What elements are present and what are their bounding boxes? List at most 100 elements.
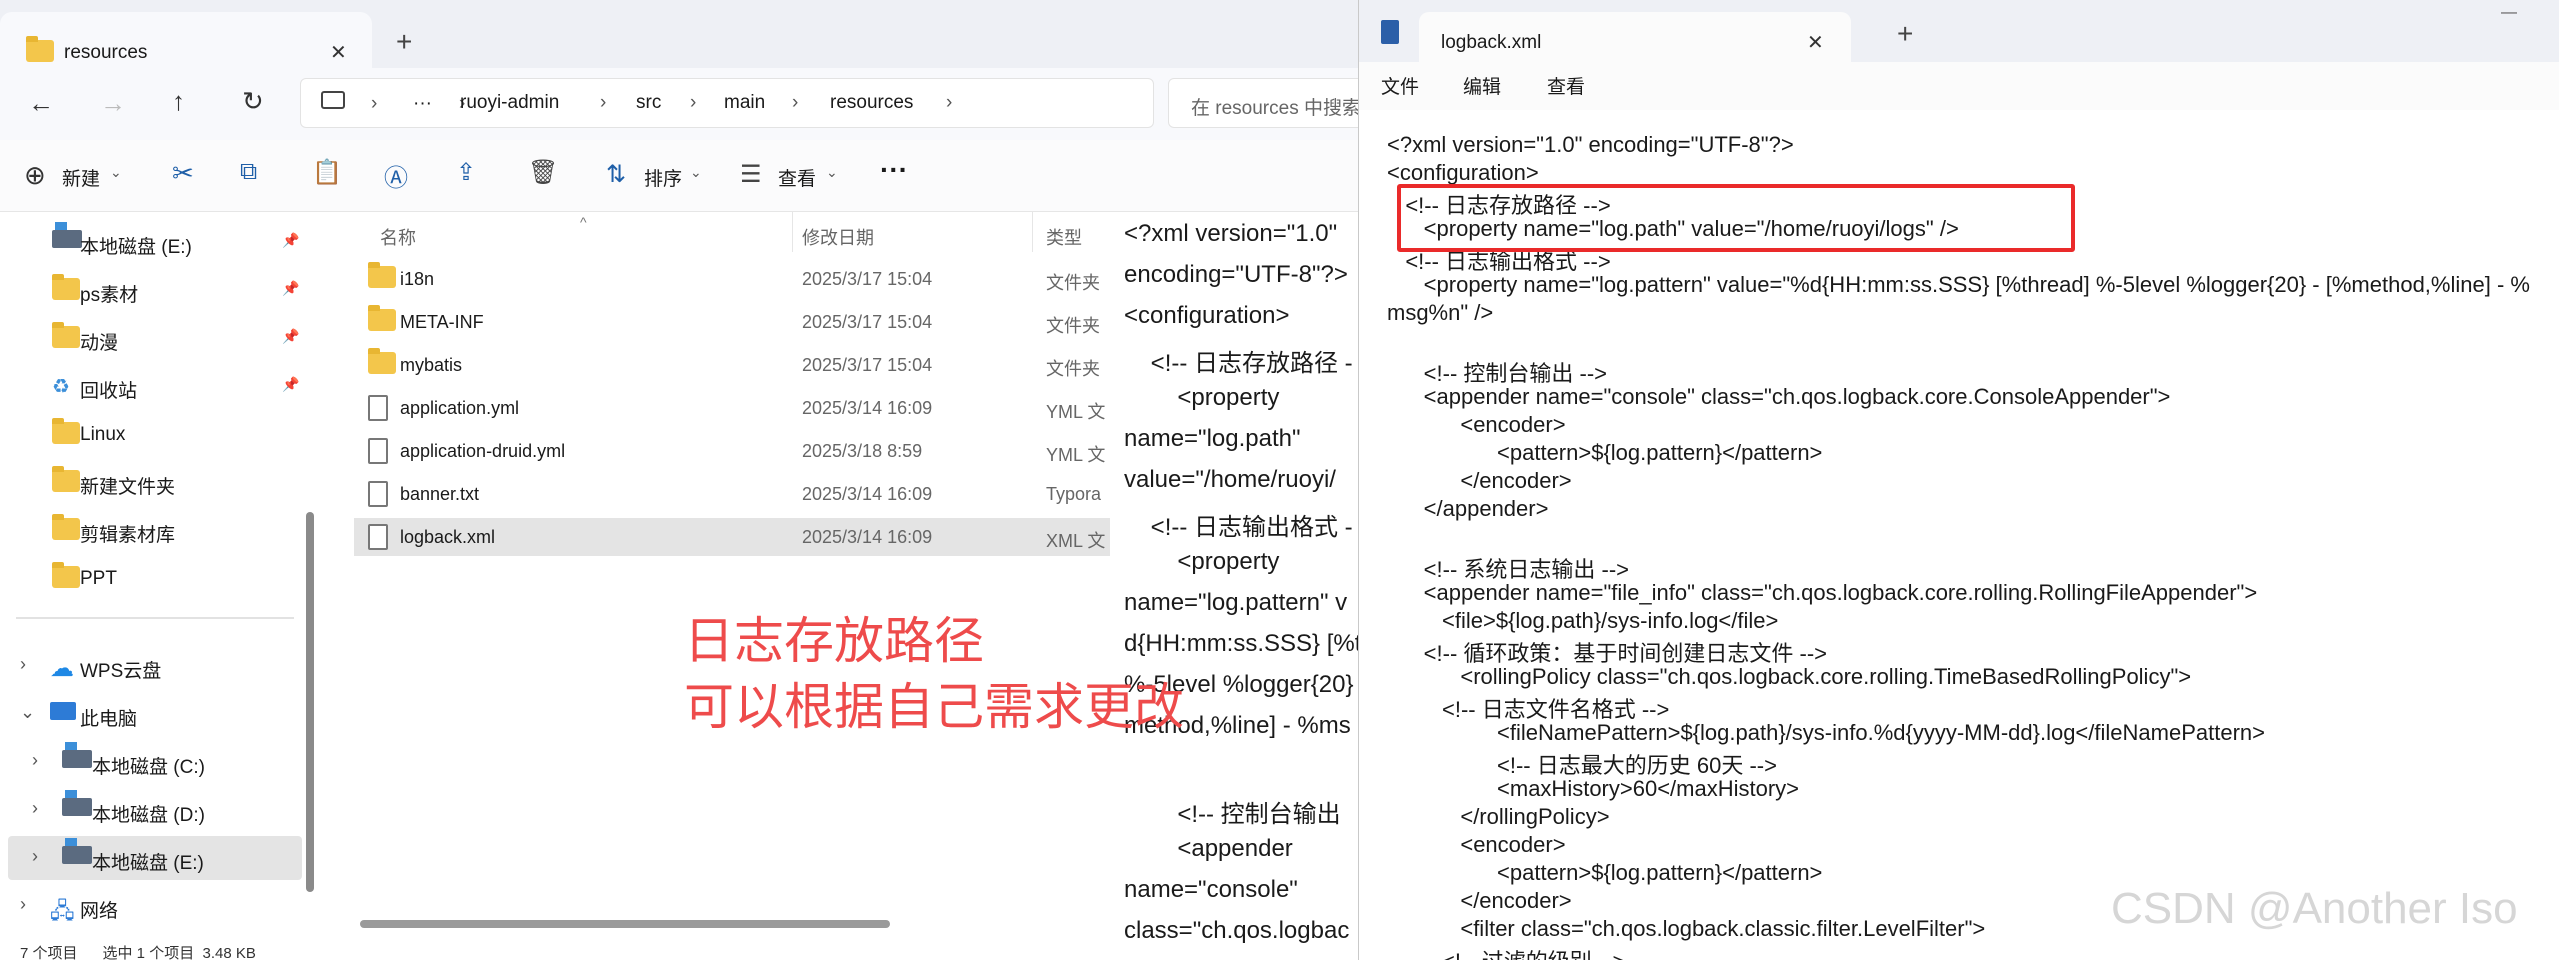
- notepad-tab-title: logback.xml: [1441, 32, 1542, 53]
- file-explorer-window: resources ✕ + ← → ↑ ↻ › ··· › ruoyi-admi…: [0, 0, 1362, 960]
- sidebar-item[interactable]: ps素材 📌: [0, 268, 300, 312]
- pin-icon[interactable]: 📌: [282, 376, 299, 393]
- new-button[interactable]: 新建: [62, 164, 100, 191]
- file-row[interactable]: application.yml 2025/3/14 16:09 YML 文: [354, 389, 1110, 427]
- column-header-name[interactable]: 名称: [380, 224, 416, 250]
- breadcrumb-ruoyi-admin[interactable]: ruoyi-admin: [460, 92, 559, 114]
- file-row[interactable]: banner.txt 2025/3/14 16:09 Typora: [354, 475, 1110, 513]
- file-type: 文件夹: [1046, 359, 1100, 379]
- close-tab-icon[interactable]: ✕: [330, 40, 347, 65]
- tree-item[interactable]: › 🖧 网络: [8, 884, 302, 928]
- refresh-icon[interactable]: ↻: [242, 86, 264, 117]
- folder-icon: [368, 262, 396, 288]
- file-row[interactable]: i18n 2025/3/17 15:04 文件夹: [354, 260, 1110, 298]
- copy-icon[interactable]: ⧉: [240, 158, 257, 186]
- chevron-right-icon: ›: [600, 92, 607, 113]
- column-divider: [792, 212, 793, 252]
- sidebar-item[interactable]: ♻ 回收站 📌: [0, 364, 300, 408]
- notepad-window: logback.xml ✕ + — 文件 编辑 查看 <?xml version…: [1358, 0, 2559, 960]
- paste-icon[interactable]: 📋: [312, 158, 342, 187]
- file-icon: [368, 395, 388, 421]
- tree-item-label: 本地磁盘 (C:): [92, 757, 205, 778]
- file-row[interactable]: mybatis 2025/3/17 15:04 文件夹: [354, 346, 1110, 384]
- file-row[interactable]: logback.xml 2025/3/14 16:09 XML 文: [354, 518, 1110, 556]
- minimize-icon[interactable]: —: [2501, 4, 2517, 22]
- tree-item[interactable]: ⌄ 此电脑: [8, 692, 302, 736]
- delete-icon[interactable]: 🗑: [528, 158, 558, 187]
- preview-line: name="log.path": [1124, 425, 1301, 452]
- sidebar-item-label: 本地磁盘 (E:): [80, 237, 192, 258]
- code-line: </appender>: [1387, 496, 1549, 521]
- preview-line: <!-- 控制台输出: [1124, 801, 1341, 828]
- chevron-right-icon[interactable]: ›: [20, 894, 26, 915]
- sidebar-scrollbar[interactable]: [306, 512, 314, 892]
- sidebar-item[interactable]: 动漫 📌: [0, 316, 300, 360]
- tree-item[interactable]: › 本地磁盘 (C:): [8, 740, 302, 784]
- file-date: 2025/3/14 16:09: [802, 398, 933, 418]
- sidebar-item[interactable]: 剪辑素材库: [0, 508, 300, 552]
- code-line: <!-- 过滤的级别 -->: [1387, 944, 1625, 960]
- file-icon: [368, 524, 388, 550]
- pin-icon[interactable]: 📌: [282, 280, 299, 297]
- column-header-type[interactable]: 类型: [1046, 224, 1082, 250]
- chevron-right-icon[interactable]: ›: [32, 798, 38, 819]
- horizontal-scrollbar[interactable]: [360, 920, 890, 928]
- drive-icon: [62, 838, 92, 864]
- breadcrumb-more[interactable]: ···: [413, 93, 432, 115]
- annotation-line-2: 可以根据自己需求更改: [684, 679, 1184, 735]
- chevron-down-icon[interactable]: ⌄: [20, 702, 35, 723]
- file-name: application-druid.yml: [400, 441, 566, 461]
- file-type: 文件夹: [1046, 316, 1100, 336]
- chevron-right-icon[interactable]: ›: [32, 846, 38, 867]
- rename-icon[interactable]: Ⓐ: [384, 158, 408, 193]
- sort-button[interactable]: 排序: [644, 164, 682, 191]
- breadcrumb-main[interactable]: main: [724, 92, 765, 114]
- pin-icon[interactable]: 📌: [282, 328, 299, 345]
- new-tab-button[interactable]: +: [396, 26, 412, 58]
- cut-icon[interactable]: ✂: [172, 158, 194, 189]
- tree-item[interactable]: › 本地磁盘 (E:): [8, 836, 302, 880]
- column-header-modified[interactable]: 修改日期: [802, 224, 874, 250]
- file-date: 2025/3/18 8:59: [802, 441, 923, 461]
- file-name: application.yml: [400, 398, 520, 418]
- forward-arrow-icon[interactable]: →: [100, 88, 126, 119]
- breadcrumb-resources[interactable]: resources: [830, 92, 913, 114]
- file-row[interactable]: META-INF 2025/3/17 15:04 文件夹: [354, 303, 1110, 341]
- explorer-tab-title: resources: [64, 42, 148, 63]
- menu-edit[interactable]: 编辑: [1463, 72, 1501, 99]
- sort-asc-icon: ^: [580, 214, 587, 230]
- new-tab-button[interactable]: +: [1897, 18, 1913, 50]
- code-line: <?xml version="1.0" encoding="UTF-8"?>: [1387, 132, 1794, 157]
- breadcrumb-src[interactable]: src: [636, 92, 661, 114]
- sidebar-item[interactable]: PPT: [0, 556, 300, 600]
- code-line: <maxHistory>60</maxHistory>: [1387, 776, 1800, 801]
- folder-icon: [52, 562, 80, 588]
- view-button[interactable]: 查看: [778, 164, 816, 191]
- sidebar-item[interactable]: Linux: [0, 412, 300, 456]
- chevron-right-icon[interactable]: ›: [32, 750, 38, 771]
- pin-icon[interactable]: 📌: [282, 232, 299, 249]
- up-arrow-icon[interactable]: ↑: [172, 86, 185, 117]
- more-options-button[interactable]: ···: [880, 154, 908, 186]
- menu-view[interactable]: 查看: [1547, 72, 1585, 99]
- chevron-right-icon: ›: [792, 92, 799, 113]
- plus-circle-icon: ⊕: [24, 160, 46, 190]
- sidebar-item[interactable]: 新建文件夹: [0, 460, 300, 504]
- tree-item[interactable]: › 本地磁盘 (D:): [8, 788, 302, 832]
- text-editor[interactable]: <?xml version="1.0" encoding="UTF-8"?> <c…: [1359, 110, 2559, 960]
- menu-file[interactable]: 文件: [1381, 72, 1419, 99]
- file-name: banner.txt: [400, 484, 480, 504]
- back-arrow-icon[interactable]: ←: [28, 88, 54, 119]
- search-input[interactable]: 在 resources 中搜索: [1168, 78, 1362, 128]
- file-row[interactable]: application-druid.yml 2025/3/18 8:59 YML 文: [354, 432, 1110, 470]
- file-date: 2025/3/17 15:04: [802, 269, 933, 289]
- file-type: YML 文: [1046, 402, 1106, 422]
- close-tab-icon[interactable]: ✕: [1807, 30, 1824, 55]
- share-icon[interactable]: ⇪: [456, 158, 476, 187]
- network-icon: 🖧: [50, 898, 75, 923]
- chevron-down-icon: ⌄: [826, 164, 838, 180]
- folder-icon: [52, 514, 80, 540]
- sidebar-item[interactable]: 本地磁盘 (E:) 📌: [0, 220, 300, 264]
- tree-item[interactable]: › ☁ WPS云盘: [8, 644, 302, 688]
- chevron-right-icon[interactable]: ›: [20, 654, 26, 675]
